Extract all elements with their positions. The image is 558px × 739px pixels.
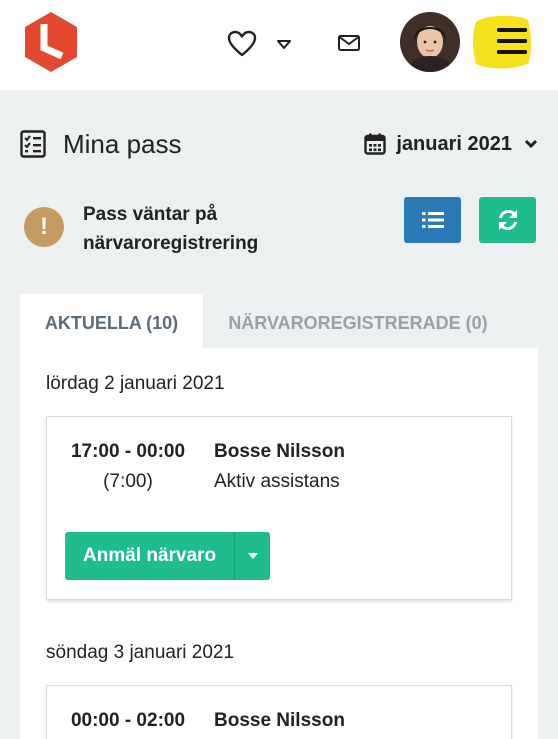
caret-down-icon[interactable] (276, 38, 292, 50)
mail-icon[interactable] (337, 33, 361, 53)
date-heading: lördag 2 januari 2021 (46, 373, 225, 394)
attendance-alert-text: Pass väntar på närvaroregistrering (83, 204, 259, 254)
page-header: Mina pass januari 2021 (20, 126, 538, 162)
month-selector[interactable]: januari 2021 (364, 130, 538, 158)
report-attendance-button[interactable]: Anmäl närvaro (65, 532, 235, 580)
refresh-button[interactable] (479, 197, 536, 243)
report-attendance-split-button: Anmäl närvaro (65, 532, 271, 580)
checklist-icon (20, 130, 46, 158)
avatar[interactable] (400, 12, 460, 72)
shift-card: 00:00 - 02:00 Bosse Nilsson (46, 685, 512, 739)
chevron-down-icon (524, 139, 538, 149)
shift-person: Bosse Nilsson (214, 441, 345, 462)
page-title: Mina pass (63, 129, 182, 159)
heart-icon[interactable] (227, 30, 257, 58)
top-bar (0, 0, 558, 90)
hamburger-icon[interactable] (470, 10, 534, 72)
list-icon (421, 212, 444, 228)
report-attendance-dropdown[interactable] (234, 532, 271, 580)
shift-card: 17:00 - 00:00 (7:00) Bosse Nilsson Aktiv… (46, 416, 512, 600)
caret-down-icon (247, 553, 258, 559)
warning-icon: ! (24, 207, 64, 247)
shift-person: Bosse Nilsson (214, 710, 345, 731)
date-heading: söndag 3 januari 2021 (46, 642, 235, 663)
list-view-button[interactable] (404, 197, 461, 243)
refresh-icon (498, 209, 517, 231)
shift-time: 17:00 - 00:00 (70, 441, 186, 462)
month-label: januari 2021 (396, 132, 512, 155)
logo-icon[interactable] (22, 10, 80, 74)
shift-service: Aktiv assistans (214, 471, 340, 492)
tab-current[interactable]: AKTUELLA (10) (20, 294, 203, 350)
shift-time: 00:00 - 02:00 (70, 710, 186, 731)
shift-list-panel: lördag 2 januari 2021 17:00 - 00:00 (7:0… (20, 348, 538, 739)
shift-duration: (7:00) (103, 471, 153, 492)
tab-registered[interactable]: NÄRVAROREGISTRERADE (0) (210, 294, 506, 350)
calendar-icon (364, 133, 387, 155)
